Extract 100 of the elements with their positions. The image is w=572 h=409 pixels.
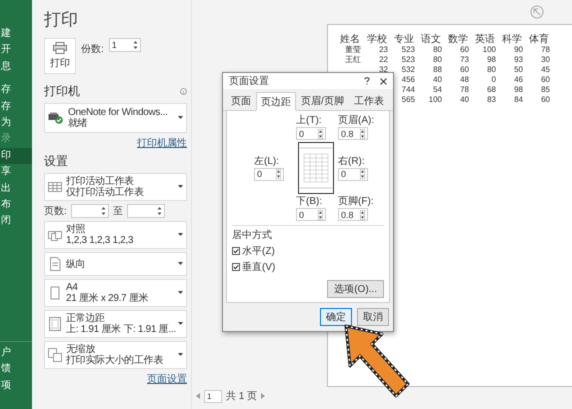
sidebar-item[interactable]: 项 <box>0 378 32 394</box>
page-setup-link[interactable]: 页面设置 <box>147 372 187 386</box>
dialog-title: 页面设置 <box>229 74 269 88</box>
spinner-arrows-icon <box>318 210 323 220</box>
table-cell-text: 532 <box>400 65 416 75</box>
to-label: 至 <box>112 205 123 218</box>
setting-dropdown[interactable]: 纵向 <box>44 252 187 276</box>
table-cell-text: 78 <box>540 45 551 55</box>
dialog-button[interactable]: 取消 <box>357 308 389 326</box>
center-checkbox[interactable]: 垂直(V) <box>232 260 384 274</box>
caret-icon <box>178 116 183 120</box>
print-button[interactable]: 打印 <box>44 38 76 74</box>
margin-label: 页眉(A): <box>338 115 376 126</box>
caret-icon <box>178 233 183 237</box>
center-checkbox[interactable]: 水平(Z) <box>232 244 384 258</box>
arrow-circle-icon[interactable] <box>530 5 544 19</box>
spinner-arrows-icon <box>360 128 365 138</box>
column-header: 专业 <box>394 35 415 45</box>
table-cell-text: 80 <box>486 65 497 75</box>
margin-field[interactable]: 0 <box>338 168 368 180</box>
table-cell-text: 744 <box>400 85 416 95</box>
sidebar-item[interactable]: 布 <box>0 196 32 214</box>
dialog-button[interactable]: 确定 <box>320 308 352 326</box>
margin-label: 下(B): <box>296 196 324 207</box>
table-cell-text: 董莹 <box>344 45 362 55</box>
help-icon[interactable] <box>364 77 370 85</box>
table-cell-text: 83 <box>486 95 497 105</box>
sidebar-item[interactable]: 馈 <box>0 361 32 378</box>
margin-field[interactable]: 0 <box>296 208 326 221</box>
close-icon[interactable] <box>380 78 387 84</box>
sidebar-item[interactable]: 开 <box>0 42 32 59</box>
page-to-field[interactable] <box>126 204 165 218</box>
table-cell-text: 0 <box>490 75 497 85</box>
sidebar-item[interactable]: 存 <box>0 98 32 115</box>
setting-dropdown[interactable]: A4 21 厘米 x 29.7 厘米 <box>44 279 187 307</box>
page-from-field[interactable] <box>70 204 109 218</box>
caret-icon <box>178 291 183 295</box>
grid-icon <box>48 180 62 194</box>
spinner-arrows-icon <box>132 40 138 50</box>
sidebar-item[interactable]: 建 <box>0 26 32 42</box>
column-header: 体育 <box>529 35 550 45</box>
printer-heading: 打印机 <box>44 83 80 100</box>
setting-dropdown[interactable]: 打印活动工作表 仅打印活动工作表 <box>44 173 187 201</box>
table-cell-text: 30 <box>540 55 551 65</box>
table-cell-text: 456 <box>400 75 416 85</box>
printer-properties-link[interactable]: 打印机属性 <box>137 136 187 150</box>
margin-field[interactable]: 0 <box>296 127 326 140</box>
column-header: 数学 <box>448 35 469 45</box>
sidebar-item[interactable]: 户 <box>0 344 32 362</box>
table-cell-text: 100 <box>482 45 497 55</box>
margin-label: 页脚(F): <box>338 196 375 207</box>
margin-field[interactable]: 0.8 <box>338 127 368 140</box>
caret-icon <box>178 185 183 189</box>
sidebar-item[interactable]: 闭 <box>0 213 32 230</box>
table-cell-text: 60 <box>459 45 470 55</box>
table-cell-text: 23 <box>378 45 389 55</box>
spinner-arrows-icon <box>156 206 162 216</box>
sidebar-item[interactable]: 存 <box>0 82 32 99</box>
margin-field[interactable]: 0 <box>254 168 284 180</box>
table-cell-text: 40 <box>432 75 443 85</box>
setting-dropdown[interactable]: 对照 1,2,3 1,2,3 1,2,3 <box>44 221 187 249</box>
page-number-field[interactable]: 1 <box>204 390 222 402</box>
sidebar-item[interactable]: 为 <box>0 114 32 132</box>
copies-field[interactable]: 1 <box>108 38 141 52</box>
table-cell-text: 80 <box>432 55 443 65</box>
next-page-icon[interactable] <box>261 393 266 399</box>
table-cell-text: 100 <box>428 95 443 105</box>
margin-field[interactable]: 0.8 <box>338 208 368 221</box>
printer-dropdown[interactable]: OneNote for Windows... 就绪 <box>44 103 187 133</box>
settings-heading: 设置 <box>44 153 69 170</box>
table-cell-text: 45 <box>540 65 551 75</box>
info-icon[interactable] <box>180 88 187 95</box>
sidebar-item[interactable]: 出 <box>0 180 32 197</box>
table-cell-text: 84 <box>513 95 524 105</box>
previous-page-icon[interactable] <box>196 393 200 399</box>
dialog-tab[interactable]: 页边距 <box>256 92 296 111</box>
dialog-tab[interactable]: 页眉/页脚 <box>296 92 349 110</box>
caret-icon <box>178 353 183 357</box>
sidebar-item[interactable]: 享 <box>0 164 32 181</box>
center-group-label: 居中方式 <box>232 228 273 242</box>
setting-dropdown[interactable]: 无缩放 打印实际大小的工作表 <box>44 341 187 369</box>
spinner-arrows-icon <box>100 206 106 216</box>
setting-dropdown[interactable]: 正常边距 上: 1.91 厘米 下: 1.91 厘... <box>44 310 187 338</box>
dialog-tab[interactable]: 页面 <box>226 92 256 110</box>
table-cell-text: 68 <box>486 85 497 95</box>
table-cell-text: 40 <box>459 95 470 105</box>
sidebar-item[interactable]: 息 <box>0 58 32 76</box>
spinner-arrows-icon <box>318 128 323 138</box>
table-cell-text: 60 <box>459 65 470 75</box>
dialog-tab[interactable]: 工作表 <box>348 92 389 110</box>
table-cell-text: 98 <box>486 55 497 65</box>
column-header: 学校 <box>367 35 388 45</box>
sidebar-item[interactable]: 印 <box>0 148 32 164</box>
copies-label: 份数: <box>81 43 104 56</box>
column-header: 姓名 <box>340 35 361 45</box>
column-header: 科学 <box>502 35 523 45</box>
spinner-arrows-icon <box>360 210 365 220</box>
table-cell-text: 50 <box>513 65 524 75</box>
table-cell-text: 32 <box>378 65 389 75</box>
options-button[interactable]: 选项(O)... <box>327 280 384 298</box>
